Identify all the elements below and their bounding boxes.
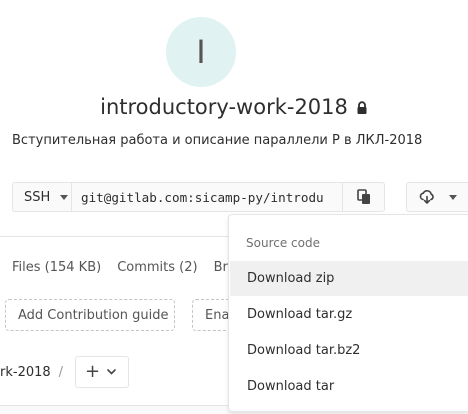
download-tar-bz2-item[interactable]: Download tar.bz2 [230, 333, 468, 368]
add-contribution-guide-button[interactable]: Add Contribution guide [5, 299, 175, 331]
files-link[interactable]: Files (154 KB) [12, 260, 101, 275]
clone-protocol-label: SSH [24, 189, 51, 205]
copy-url-button[interactable] [343, 182, 385, 212]
cloud-download-icon [419, 190, 434, 204]
plus-icon: + [85, 361, 101, 382]
breadcrumb: rk-2018 / [0, 365, 63, 380]
project-description: Вступительная работа и описание параллел… [12, 133, 423, 148]
download-tar-item[interactable]: Download tar [230, 369, 468, 404]
project-title: introductory-work-2018 [100, 95, 348, 119]
add-contribution-guide-label: Add Contribution guide [18, 307, 169, 323]
download-tar-gz-item[interactable]: Download tar.gz [230, 297, 468, 332]
project-page: I introductory-work-2018 Вступительная р… [0, 0, 468, 414]
clone-group: SSH [12, 182, 385, 212]
clone-url-input[interactable] [71, 182, 343, 212]
clone-protocol-dropdown[interactable]: SSH [12, 182, 71, 212]
download-dropdown-menu: Source code Download zip Download tar.gz… [228, 214, 468, 412]
download-button[interactable] [406, 182, 468, 212]
caret-down-icon [449, 194, 457, 200]
project-avatar: I [166, 17, 236, 87]
copy-icon [356, 189, 370, 204]
project-stats: Files (154 KB) Commits (2) Bran [12, 260, 260, 275]
commits-link[interactable]: Commits (2) [117, 260, 197, 275]
breadcrumb-separator: / [58, 365, 64, 380]
add-new-dropdown-button[interactable]: + [75, 356, 129, 388]
download-zip-item[interactable]: Download zip [230, 261, 468, 296]
dropdown-header: Source code [246, 236, 320, 250]
caret-down-icon [60, 194, 69, 200]
chevron-down-icon [107, 369, 116, 375]
lock-icon [357, 101, 367, 114]
avatar-letter: I [196, 33, 206, 71]
project-title-row: introductory-work-2018 [0, 95, 468, 119]
divider [0, 236, 230, 237]
breadcrumb-project[interactable]: rk-2018 [0, 365, 51, 380]
